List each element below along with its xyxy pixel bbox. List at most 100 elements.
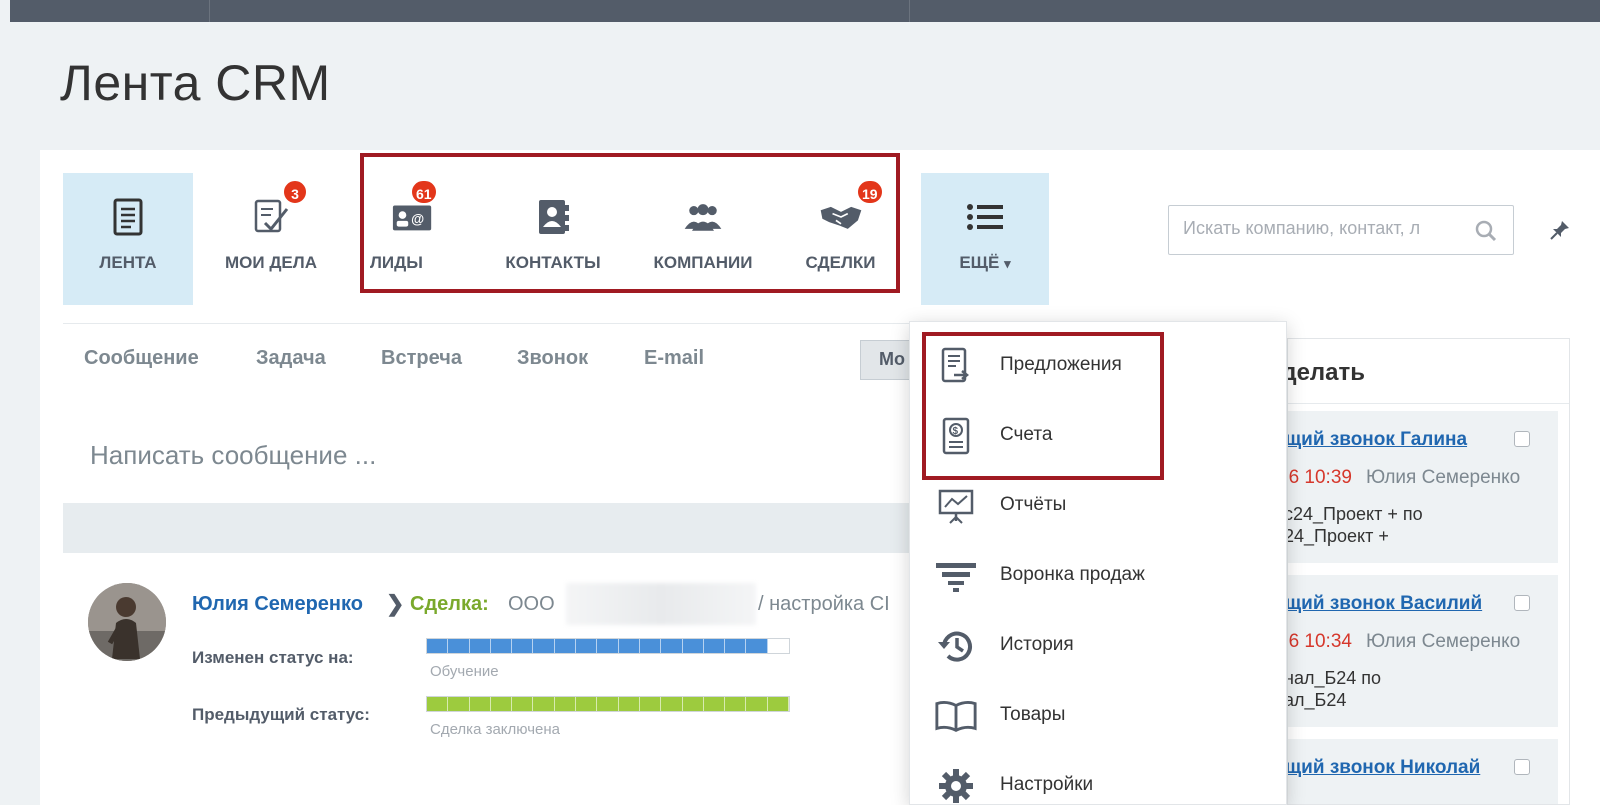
history-icon [934,626,978,666]
feed-separator-band [63,503,943,553]
progress-segment [639,639,662,653]
top-bar-segment [10,0,210,22]
menu-item-label: Отчёты [1000,494,1067,515]
composer-tab-meeting[interactable]: Встреча [381,347,462,370]
progress-segment [427,697,449,711]
progress-segment [703,639,726,653]
progress-segment [639,697,662,711]
todo-checkbox[interactable] [1514,595,1530,611]
deal-title-suffix[interactable]: / настройка CI [758,593,890,616]
todo-card: дящий звонок Николай [1288,739,1558,804]
composer-tab-call[interactable]: Звонок [517,347,588,370]
report-board-icon [934,486,978,526]
page-title: Лента CRM [60,55,331,111]
todo-checkbox[interactable] [1514,431,1530,447]
progress-segment [469,697,491,711]
todo-panel: сделать дящий звонок Галина 16 10:39 Юли… [1287,338,1570,805]
changed-status-label: Изменен статус на: [192,648,354,667]
progress-segment [448,639,470,653]
menu-item-sales-funnel[interactable]: Воронка продаж [910,544,1288,604]
progress-segment [767,697,790,711]
progress-segment [703,697,726,711]
search-box[interactable] [1168,205,1514,255]
feed-icon [106,195,150,239]
progress-segment [427,639,449,653]
gear-icon [934,766,978,805]
progress-segment [533,697,555,711]
progress-segment [725,697,747,711]
menu-item-label: История [1000,634,1074,655]
progress-segment [661,639,683,653]
divider [1288,403,1569,404]
todo-user: Юлия Семеренко [1366,467,1521,488]
tab-label: ЛЕНТА [99,253,157,272]
menu-item-products[interactable]: Товары [910,684,1288,744]
tab-my-tasks[interactable]: 3 МОИ ДЕЛА [206,173,336,305]
progress-segment [576,639,598,653]
highlight-frame-menu [922,332,1164,480]
progress-segment [576,697,598,711]
previous-status-progress [426,696,790,712]
progress-segment [512,697,534,711]
search-input[interactable] [1183,218,1473,239]
menu-item-label: Настройки [1000,774,1094,795]
progress-segment [490,697,513,711]
todo-checkbox[interactable] [1514,759,1530,775]
menu-item-settings[interactable]: Настройки [910,754,1288,805]
top-bar-segment [210,0,910,22]
progress-segment [597,639,619,653]
avatar[interactable] [88,583,166,661]
progress-segment [661,697,683,711]
deal-company-link[interactable]: ООО [508,593,555,616]
chevron-right-icon: ❯ [386,591,405,616]
todo-card: дящий звонок Галина 16 10:39 Юлия Семере… [1288,411,1558,563]
pin-icon[interactable] [1549,219,1571,246]
progress-segment [554,639,577,653]
progress-segment [512,639,534,653]
previous-status-label: Предыдущий статус: [192,705,370,724]
feed-author-link[interactable]: Юлия Семеренко [192,593,363,616]
progress-segment [490,639,513,653]
todo-date: 16 10:34 [1288,631,1352,652]
progress-segment [767,639,790,653]
menu-list-icon [963,195,1007,239]
todo-call-link[interactable]: дящий звонок Василий [1288,593,1482,615]
todo-title: сделать [1288,359,1366,386]
deal-label: Сделка: [410,593,489,615]
tab-more-label: ЕЩЁ [959,253,1000,272]
todo-call-link[interactable]: дящий звонок Николай [1288,757,1480,779]
tab-feed[interactable]: ЛЕНТА [63,173,193,305]
blurred-company-name [566,583,756,625]
changed-stage-name: Обучение [430,663,499,680]
progress-segment [469,639,491,653]
todo-description: c24_Проект + по 24_Проект + [1287,504,1423,546]
book-icon [934,696,978,736]
top-navigation-bar [10,0,1600,22]
progress-segment [618,639,640,653]
message-input[interactable]: Написать сообщение ... [90,440,376,471]
search-icon[interactable] [1475,220,1497,247]
changed-status-progress [426,638,790,654]
progress-segment [618,697,640,711]
todo-description: нал_Б24 по ал_Б24 [1287,668,1382,710]
menu-item-label: Товары [1000,704,1066,725]
funnel-icon [934,556,978,596]
progress-segment [448,697,470,711]
progress-segment [682,639,704,653]
todo-date: 16 10:39 [1288,467,1352,488]
tab-label: МОИ ДЕЛА [225,253,317,272]
menu-item-history[interactable]: История [910,614,1288,674]
tab-label: ЕЩЁ ▾ [921,253,1049,273]
composer-tab-email[interactable]: E-mail [644,347,704,370]
tab-more[interactable]: ЕЩЁ ▾ [921,173,1049,305]
todo-call-link[interactable]: дящий звонок Галина [1288,429,1467,451]
composer-tab-message[interactable]: Сообщение [84,347,199,370]
progress-segment [746,697,768,711]
menu-item-reports[interactable]: Отчёты [910,474,1288,534]
progress-segment [682,697,704,711]
progress-segment [725,639,747,653]
highlight-frame-tabs [360,153,900,293]
tasks-count-badge: 3 [282,179,308,205]
composer-tab-task[interactable]: Задача [256,347,326,370]
todo-user: Юлия Семеренко [1366,631,1521,652]
